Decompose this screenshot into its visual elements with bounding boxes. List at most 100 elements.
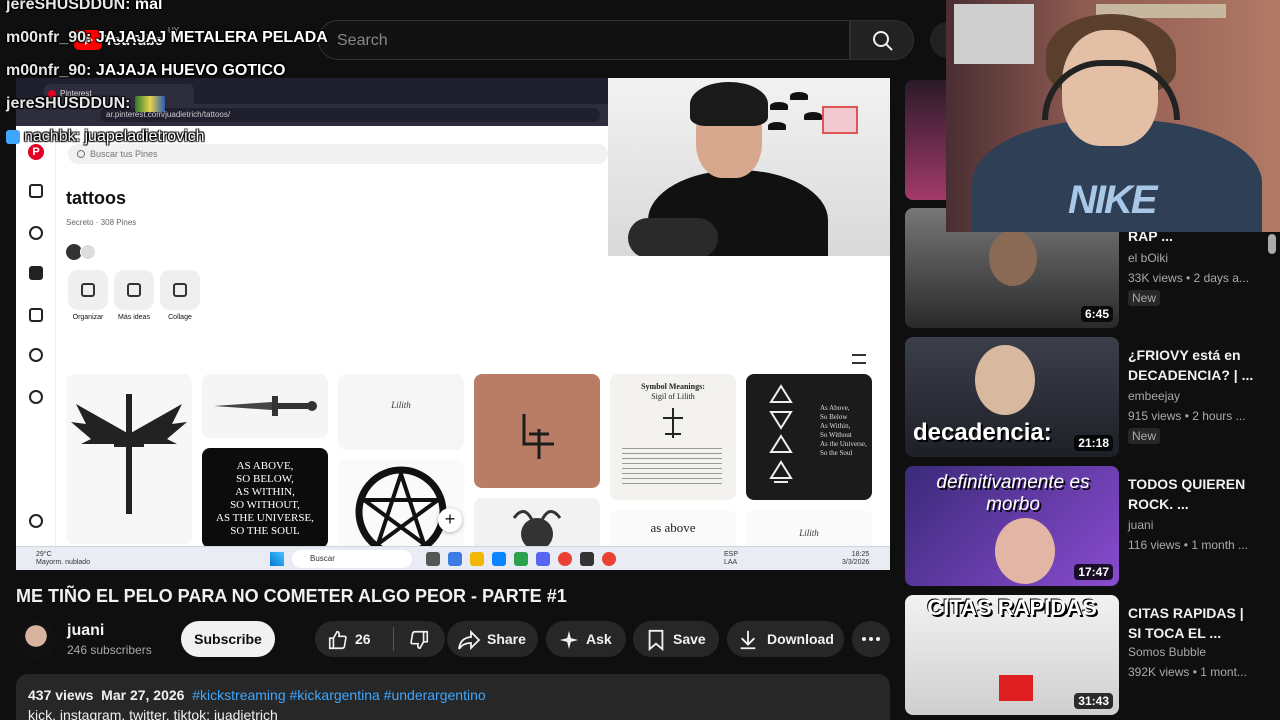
pinterest-sidebar: P bbox=[16, 126, 56, 546]
recommendation-channel[interactable]: el bOiki bbox=[1128, 251, 1168, 265]
chat-message: jereSHUSDDUN: mal bbox=[6, 0, 163, 14]
spotify-icon[interactable] bbox=[514, 552, 528, 566]
recommendation-title[interactable]: ¿FRIOVY está en DECADENCIA? | ... bbox=[1128, 345, 1258, 385]
recommendation-channel[interactable]: embeejay bbox=[1128, 389, 1180, 403]
taskbar-weather[interactable]: 29°C Mayorm. nublado bbox=[36, 551, 90, 567]
browser-url[interactable]: ar.pinterest.com/juadietrich/tattoos/ bbox=[100, 108, 600, 122]
organize-button[interactable] bbox=[68, 270, 108, 310]
pin-hermetic-table[interactable]: As Above, So Below As Within, So Without… bbox=[746, 374, 872, 500]
settings-icon[interactable] bbox=[29, 514, 43, 528]
save-button[interactable]: Save bbox=[633, 621, 719, 657]
weather-temp: 29°C bbox=[36, 551, 52, 558]
store-icon[interactable] bbox=[492, 552, 506, 566]
more-actions-button[interactable] bbox=[852, 621, 890, 657]
wall-photo bbox=[822, 106, 858, 134]
taskbar-clock[interactable]: 18:25 3/3/2026 bbox=[842, 551, 869, 567]
create-icon[interactable] bbox=[29, 308, 43, 322]
recommendation-thumbnail-partial[interactable] bbox=[905, 80, 946, 200]
pin-symbol-meanings[interactable]: Symbol Meanings: Sigil of Lilith bbox=[610, 374, 736, 500]
recommendation-stats: 33K views • 2 days a... bbox=[1128, 271, 1249, 285]
new-badge: New bbox=[1128, 428, 1161, 444]
chat-username: jereSHUSDDUN: bbox=[6, 95, 131, 112]
boards-icon[interactable] bbox=[29, 266, 43, 280]
recommendation-title[interactable]: CITAS RAPIDAS | SI TOCA EL ... bbox=[1128, 603, 1258, 643]
search-button[interactable] bbox=[850, 20, 914, 60]
clock-date: 3/3/2026 bbox=[842, 559, 870, 566]
pinterest-logo-icon[interactable]: P bbox=[28, 144, 44, 160]
messages-icon[interactable] bbox=[29, 390, 43, 404]
upload-date: Mar 27, 2026 bbox=[101, 687, 185, 703]
explore-icon[interactable] bbox=[29, 226, 43, 240]
recommendation-thumbnail[interactable]: decadencia: 21:18 bbox=[905, 337, 1119, 457]
task-view-icon[interactable] bbox=[426, 552, 440, 566]
notifications-icon[interactable] bbox=[29, 348, 43, 362]
chrome-icon[interactable] bbox=[558, 552, 572, 566]
video-duration: 6:45 bbox=[1080, 306, 1113, 322]
pin-lilith-text[interactable]: Lilith bbox=[338, 374, 464, 450]
thumbnail-overlay-text: decadencia: bbox=[913, 419, 1052, 446]
discord-icon[interactable] bbox=[536, 552, 550, 566]
obs-icon[interactable] bbox=[580, 552, 594, 566]
video-description[interactable]: 437 views Mar 27, 2026 #kickstreaming #k… bbox=[16, 674, 890, 720]
bat-decoration-icon bbox=[790, 92, 808, 100]
chat-message: m00nfr_90: JAJAJA HUEVO GOTICO bbox=[6, 62, 286, 80]
share-button[interactable]: Share bbox=[447, 621, 538, 657]
sigil-tattoo-image bbox=[522, 414, 554, 459]
windows-start-icon[interactable] bbox=[270, 552, 284, 566]
recommendation-channel[interactable]: juani bbox=[1128, 518, 1153, 532]
chat-badge-icon bbox=[6, 129, 20, 144]
recommendation-thumbnail[interactable]: definitivamente es morbo 17:47 bbox=[905, 466, 1119, 586]
add-pin-button[interactable]: + bbox=[438, 508, 462, 532]
description-text: kick, instagram, twitter, tiktok: juadie… bbox=[28, 707, 278, 720]
taskbar-search[interactable]: Buscar bbox=[292, 550, 412, 568]
ask-button[interactable]: Ask bbox=[546, 621, 626, 657]
pin-as-above-so-below[interactable]: AS ABOVE, SO BELOW, AS WITHIN, SO WITHOU… bbox=[202, 448, 328, 548]
filter-icon[interactable] bbox=[852, 354, 866, 364]
chat-username: m00nfr_90: bbox=[6, 29, 92, 46]
thumbnail-overlay-text: definitivamente es morbo bbox=[936, 472, 1090, 515]
copilot-icon[interactable] bbox=[448, 552, 462, 566]
lang-layout: LAA bbox=[724, 559, 738, 566]
hashtags[interactable]: #kickstreaming #kickargentina #underarge… bbox=[192, 687, 485, 703]
more-ideas-button[interactable] bbox=[114, 270, 154, 310]
chat-username: m00nfr_90: bbox=[6, 62, 92, 79]
bat-decoration-icon bbox=[768, 122, 786, 130]
channel-name[interactable]: juani bbox=[67, 622, 104, 640]
pin-table-line: As the Universe, bbox=[820, 440, 867, 448]
add-collaborator-avatar[interactable] bbox=[80, 244, 96, 260]
recommendation-thumbnail[interactable]: CITAS RAPIDAS 31:43 bbox=[905, 595, 1119, 715]
search-input[interactable]: Search bbox=[318, 20, 850, 60]
home-icon[interactable] bbox=[29, 184, 43, 198]
recommendation-stats: 392K views • 1 mont... bbox=[1128, 665, 1247, 679]
dislike-button[interactable] bbox=[394, 621, 445, 657]
video-player[interactable]: Pinterest ar.pinterest.com/juadietrich/t… bbox=[16, 78, 890, 570]
collage-icon bbox=[173, 283, 187, 297]
pin-winged-sword[interactable] bbox=[66, 374, 192, 544]
thumbs-down-icon bbox=[410, 630, 429, 650]
file-explorer-icon[interactable] bbox=[470, 552, 484, 566]
pinterest-search-input[interactable]: Buscar tus Pines bbox=[68, 144, 608, 164]
board-title: tattoos bbox=[66, 188, 126, 208]
windows-taskbar: 29°C Mayorm. nublado Buscar ESP LAA 18:2… bbox=[16, 546, 890, 570]
pin-dagger[interactable] bbox=[202, 374, 328, 438]
pin-as-above-text: AS ABOVE, SO BELOW, AS WITHIN, SO WITHOU… bbox=[202, 460, 328, 538]
taskbar-language[interactable]: ESP LAA bbox=[724, 551, 738, 567]
like-button[interactable]: 26 bbox=[315, 621, 393, 657]
chrome-icon[interactable] bbox=[602, 552, 616, 566]
subscriber-count: 246 subscribers bbox=[67, 643, 152, 657]
recommendation-title[interactable]: TODOS QUIEREN ROCK. ... bbox=[1128, 474, 1258, 514]
channel-avatar[interactable] bbox=[16, 620, 56, 660]
pin-as-above-line: SO WITHOUT, bbox=[230, 499, 300, 511]
pin-pentagram[interactable] bbox=[338, 460, 464, 550]
recommendations-scrollbar[interactable] bbox=[1268, 234, 1276, 254]
board-meta: Secreto · 308 Pines bbox=[66, 218, 137, 227]
collage-button[interactable] bbox=[160, 270, 200, 310]
pentagram-image bbox=[355, 466, 447, 550]
sigil-icon bbox=[663, 408, 683, 438]
pin-table-line: So the Soul bbox=[820, 449, 853, 457]
recommendation-channel[interactable]: Somos Bubble bbox=[1128, 645, 1206, 659]
share-arrow-icon bbox=[458, 629, 481, 651]
download-button[interactable]: Download bbox=[727, 621, 844, 657]
pin-sigil-tattoo-photo[interactable] bbox=[474, 374, 600, 488]
subscribe-button[interactable]: Subscribe bbox=[181, 621, 275, 657]
